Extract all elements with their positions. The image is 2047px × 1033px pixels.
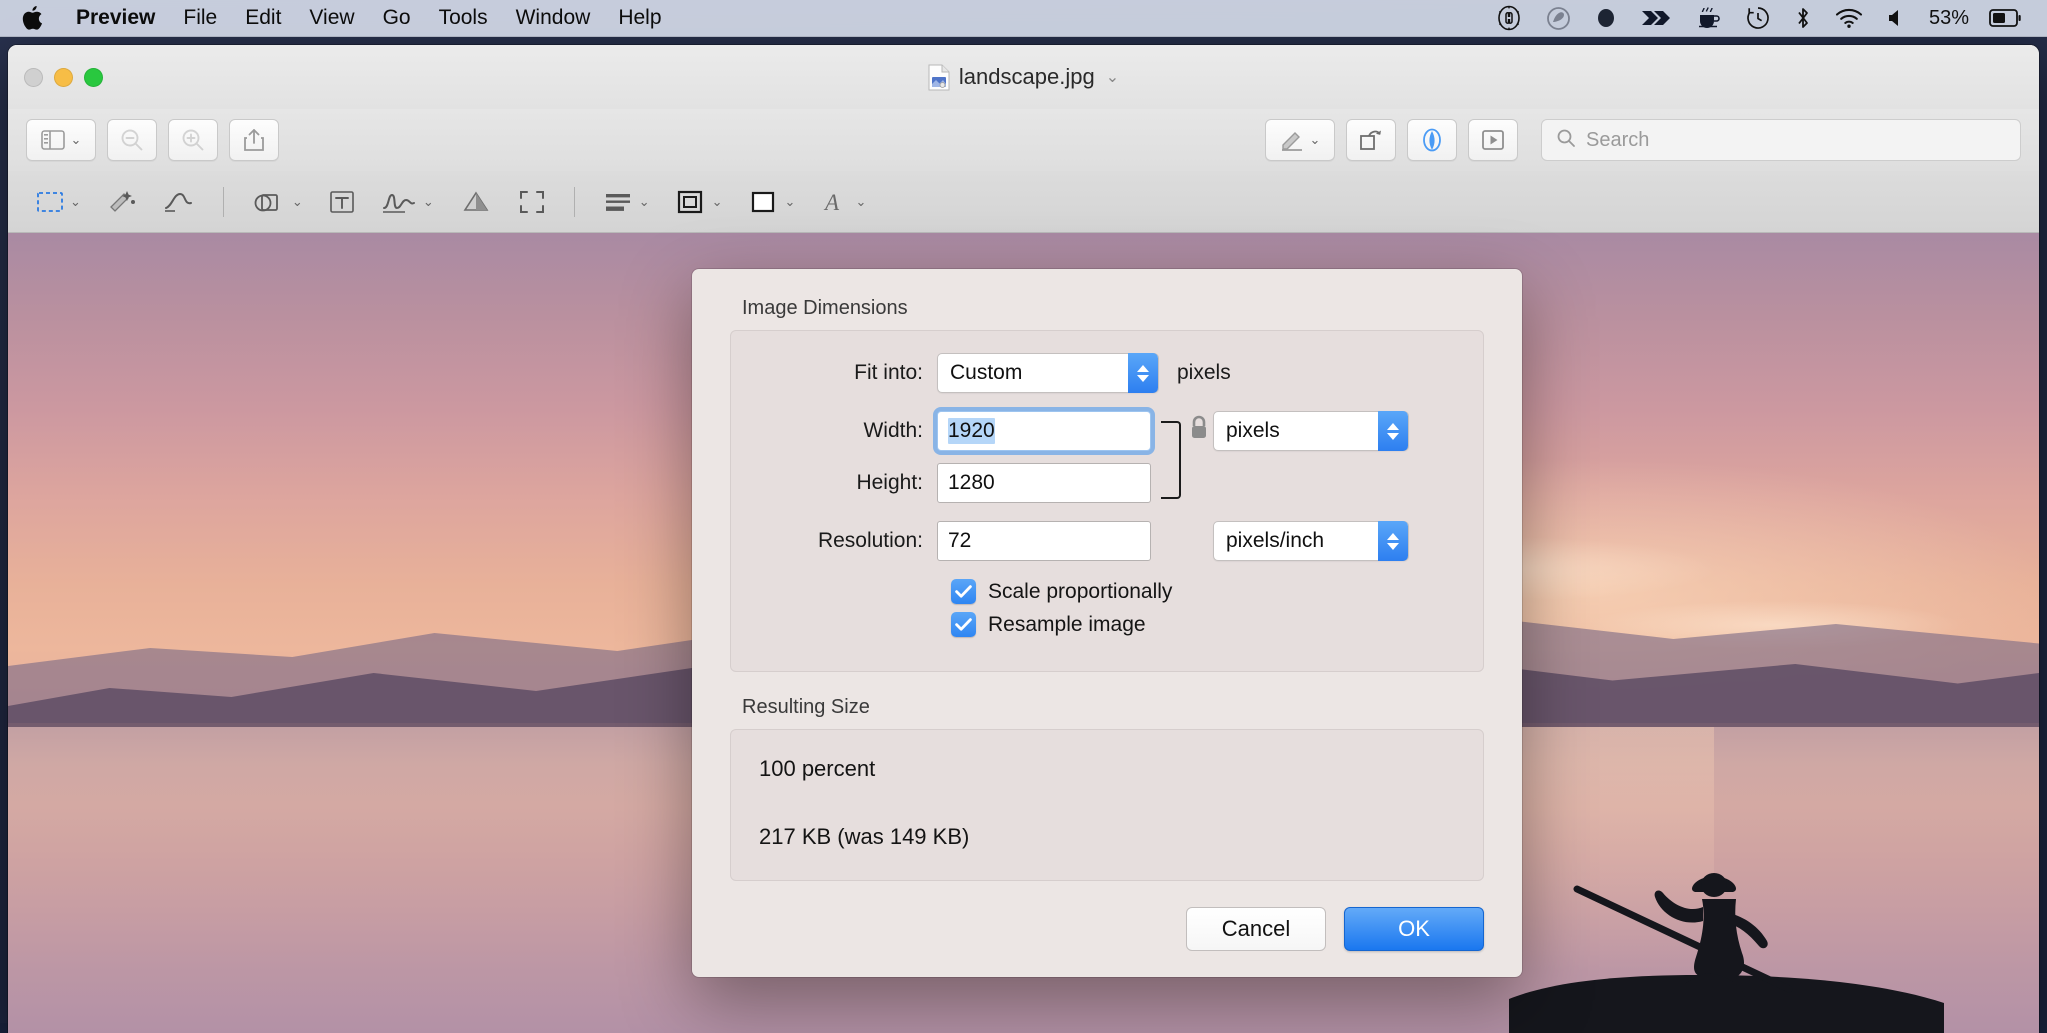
resolution-units-select[interactable]: pixels/inch	[1213, 521, 1409, 561]
dialog-checkbox-group: Scale proportionally Resample image	[951, 579, 1455, 637]
image-dimensions-section-title: Image Dimensions	[692, 269, 1522, 330]
width-value: 1920	[948, 418, 995, 444]
width-row: Width: 1920 pixels	[759, 411, 1455, 451]
width-label: Width:	[759, 419, 937, 443]
creative-cloud-icon[interactable]	[1534, 0, 1583, 36]
height-label: Height:	[759, 471, 937, 495]
image-dimensions-dialog: Image Dimensions Fit into: Custom pixels	[692, 269, 1522, 977]
fit-into-value: Custom	[950, 361, 1022, 385]
resolution-value: 72	[948, 529, 971, 553]
cancel-button[interactable]: Cancel	[1186, 907, 1326, 951]
chevron-up-icon	[1387, 423, 1399, 430]
chevron-down-icon	[1387, 543, 1399, 550]
resulting-size-section-title: Resulting Size	[692, 672, 1522, 729]
preview-window: landscape.jpg ⌄ ⌄	[8, 45, 2039, 1033]
apple-logo-icon[interactable]	[0, 0, 62, 36]
fit-into-select[interactable]: Custom	[937, 353, 1159, 393]
resolution-units-value: pixels/inch	[1226, 529, 1324, 553]
height-value: 1280	[948, 471, 995, 495]
menu-item-help[interactable]: Help	[604, 0, 675, 36]
menu-bar: Preview File Edit View Go Tools Window H…	[0, 0, 2047, 37]
resolution-input[interactable]: 72	[937, 521, 1151, 561]
arrows-icon[interactable]	[1629, 0, 1683, 36]
size-units-select[interactable]: pixels	[1213, 411, 1409, 451]
size-units-stepper[interactable]	[1378, 411, 1408, 451]
chevron-up-icon	[1137, 365, 1149, 372]
fit-into-row: Fit into: Custom pixels	[759, 353, 1455, 393]
battery-icon[interactable]	[1977, 0, 2033, 36]
menu-item-file[interactable]: File	[169, 0, 231, 36]
menu-item-window[interactable]: Window	[502, 0, 605, 36]
resulting-file-size: 217 KB (was 149 KB)	[759, 824, 1455, 850]
checkmark-icon	[951, 579, 976, 604]
resulting-percent: 100 percent	[759, 756, 1455, 782]
resolution-label: Resolution:	[759, 529, 937, 553]
fit-into-label: Fit into:	[759, 361, 937, 385]
dropbox-circle-icon[interactable]	[1583, 0, 1629, 36]
lock-bracket	[1161, 421, 1181, 499]
modal-backdrop: Image Dimensions Fit into: Custom pixels	[8, 45, 2039, 1033]
ok-button[interactable]: OK	[1344, 907, 1484, 951]
image-dimensions-group: Fit into: Custom pixels Width: 1920	[730, 330, 1484, 672]
menu-bar-status-area: 53%	[1484, 0, 2047, 36]
checkmark-icon	[951, 612, 976, 637]
menu-item-tools[interactable]: Tools	[425, 0, 502, 36]
bluetooth-icon[interactable]	[1783, 0, 1823, 36]
resample-image-checkbox[interactable]: Resample image	[951, 612, 1455, 637]
time-machine-icon[interactable]	[1733, 0, 1783, 36]
fit-into-units-label: pixels	[1177, 361, 1231, 385]
command-gear-icon[interactable]	[1484, 0, 1534, 36]
size-units-value: pixels	[1226, 419, 1280, 443]
resample-image-label: Resample image	[988, 613, 1146, 637]
height-row: Height: 1280	[759, 463, 1455, 503]
aspect-lock-area	[1151, 411, 1213, 451]
resolution-units-stepper[interactable]	[1378, 521, 1408, 561]
resolution-row: Resolution: 72 pixels/inch	[759, 521, 1455, 561]
aspect-ratio-lock-icon[interactable]	[1187, 413, 1211, 449]
scale-proportionally-label: Scale proportionally	[988, 580, 1172, 604]
battery-percentage: 53%	[1919, 7, 1977, 30]
menu-item-view[interactable]: View	[295, 0, 368, 36]
menu-item-edit[interactable]: Edit	[231, 0, 295, 36]
menu-item-preview[interactable]: Preview	[62, 0, 169, 36]
resulting-size-group: 100 percent 217 KB (was 149 KB)	[730, 729, 1484, 881]
fit-into-stepper[interactable]	[1128, 353, 1158, 393]
scale-proportionally-checkbox[interactable]: Scale proportionally	[951, 579, 1455, 604]
height-input[interactable]: 1280	[937, 463, 1151, 503]
wifi-icon[interactable]	[1823, 0, 1875, 36]
chevron-up-icon	[1387, 533, 1399, 540]
width-input[interactable]: 1920	[937, 411, 1151, 451]
resolution-spacer	[1151, 521, 1213, 561]
volume-icon[interactable]	[1875, 0, 1919, 36]
chevron-down-icon	[1387, 433, 1399, 440]
menu-item-go[interactable]: Go	[369, 0, 425, 36]
coffee-cup-icon[interactable]	[1683, 0, 1733, 36]
dialog-button-row: Cancel OK	[692, 881, 1522, 951]
chevron-down-icon	[1137, 375, 1149, 382]
menu-bar-left: Preview File Edit View Go Tools Window H…	[0, 0, 676, 36]
